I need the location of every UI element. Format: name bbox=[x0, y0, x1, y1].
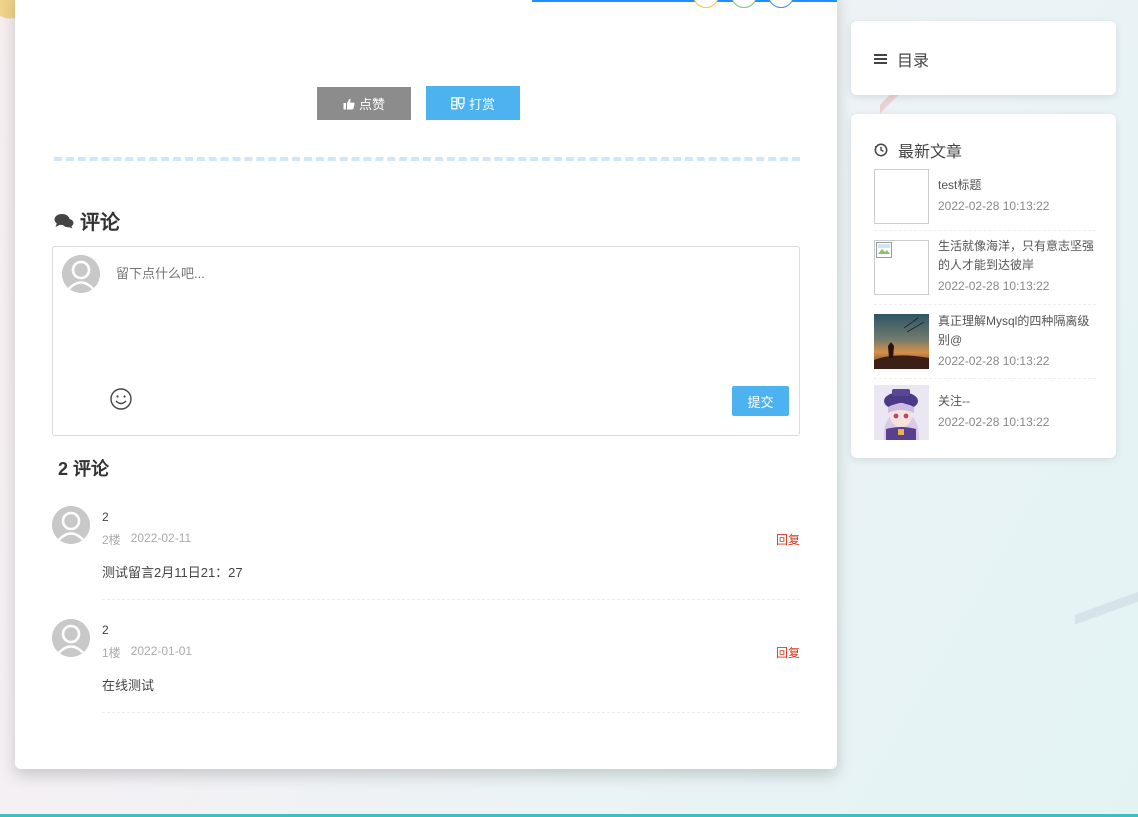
comment-textarea[interactable] bbox=[116, 266, 716, 281]
latest-posts-widget: 最新文章 test标题 2022-02-28 10:13:22 生活就像海洋，只… bbox=[851, 114, 1116, 458]
comment-author[interactable]: 2 bbox=[102, 623, 109, 637]
default-avatar-icon bbox=[62, 255, 100, 293]
comment-author[interactable]: 2 bbox=[102, 510, 109, 524]
comment-date: 2022-02-11 bbox=[130, 531, 192, 545]
post-thumbnail[interactable] bbox=[874, 240, 929, 295]
reply-link[interactable]: 回复 bbox=[776, 644, 800, 661]
clock-icon bbox=[874, 143, 888, 157]
comment-date: 2022-01-01 bbox=[130, 644, 193, 658]
section-divider bbox=[54, 157, 800, 161]
post-date: 2022-02-28 10:13:22 bbox=[938, 354, 1050, 368]
post-title-link[interactable]: 真正理解Mysql的四种隔离级别@ bbox=[938, 312, 1094, 350]
post-thumbnail[interactable] bbox=[874, 385, 929, 440]
comments-heading: 评论 bbox=[54, 206, 120, 235]
post-title-link[interactable]: 关注-- bbox=[938, 392, 1094, 411]
post-divider bbox=[874, 378, 1096, 379]
background-decoration bbox=[1075, 585, 1138, 625]
reward-label: 打赏 bbox=[468, 96, 495, 112]
submit-label: 提交 bbox=[747, 394, 774, 410]
list-icon bbox=[874, 54, 887, 64]
post-thumbnail[interactable] bbox=[874, 169, 929, 224]
comments-icon bbox=[54, 213, 74, 228]
comment-divider bbox=[102, 599, 800, 600]
post-thumbnail[interactable] bbox=[874, 314, 929, 369]
comment-meta: 2楼 2022-02-11 bbox=[102, 531, 191, 548]
comment-divider bbox=[102, 712, 800, 713]
latest-posts-title-text: 最新文章 bbox=[898, 144, 963, 161]
reward-icon bbox=[451, 96, 465, 109]
comment-text: 在线测试 bbox=[102, 678, 155, 693]
avatar bbox=[62, 255, 100, 293]
like-button[interactable]: 点赞 bbox=[317, 87, 411, 120]
reply-link[interactable]: 回复 bbox=[776, 531, 800, 548]
comment-count: 2 评论 bbox=[58, 459, 110, 479]
post-date: 2022-02-28 10:13:22 bbox=[938, 199, 1050, 213]
comment-text: 测试留言2月11日21：27 bbox=[102, 565, 243, 580]
post-divider bbox=[874, 304, 1096, 305]
toc-title-text: 目录 bbox=[897, 53, 930, 70]
post-title-link[interactable]: 生活就像海洋，只有意志坚强的人才能到达彼岸 bbox=[938, 237, 1094, 275]
avatar bbox=[52, 506, 90, 544]
post-date: 2022-02-28 10:13:22 bbox=[938, 279, 1050, 293]
submit-comment-button[interactable]: 提交 bbox=[732, 386, 789, 416]
toc-widget: 目录 bbox=[851, 21, 1116, 95]
reward-button[interactable]: 打赏 bbox=[426, 86, 520, 120]
thumbs-up-icon bbox=[343, 98, 355, 109]
comments-heading-text: 评论 bbox=[80, 212, 120, 234]
post-title-link[interactable]: test标题 bbox=[938, 176, 1094, 195]
default-avatar-icon bbox=[52, 619, 90, 657]
sunset-scene-image bbox=[874, 314, 929, 369]
comment-meta: 1楼 2022-01-01 bbox=[102, 644, 192, 661]
post-date: 2022-02-28 10:13:22 bbox=[938, 415, 1050, 429]
emoji-icon[interactable] bbox=[108, 386, 134, 412]
latest-posts-title: 最新文章 bbox=[874, 138, 962, 162]
toc-title[interactable]: 目录 bbox=[874, 47, 929, 71]
like-label: 点赞 bbox=[358, 97, 385, 112]
anime-girl-image bbox=[874, 385, 929, 440]
avatar bbox=[52, 619, 90, 657]
post-divider bbox=[874, 230, 1096, 231]
comment-floor: 2楼 bbox=[102, 533, 121, 547]
comment-floor: 1楼 bbox=[102, 646, 121, 660]
broken-image-icon bbox=[876, 242, 892, 258]
default-avatar-icon bbox=[52, 506, 90, 544]
